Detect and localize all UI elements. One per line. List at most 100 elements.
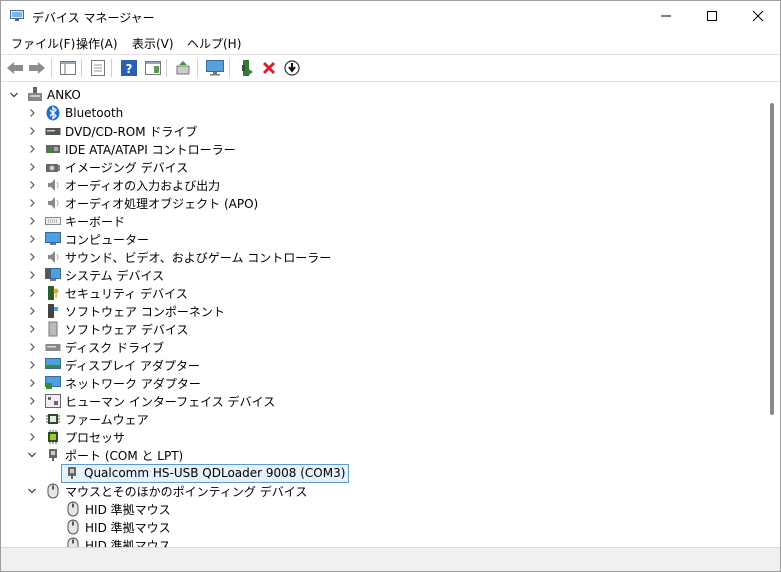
tree-category-node[interactable]: サウンド、ビデオ、およびゲーム コントローラー	[30, 248, 331, 266]
chevron-down-icon[interactable]	[27, 486, 37, 496]
tree-device-node-hid-mouse[interactable]: HID 準拠マウス	[65, 500, 171, 518]
minimize-button[interactable]	[643, 1, 689, 31]
tree-category-node[interactable]: プロセッサ	[30, 428, 126, 446]
tree-device-node-qualcomm[interactable]: Qualcomm HS-USB QDLoader 9008 (COM3)	[61, 463, 350, 483]
chevron-right-icon[interactable]	[27, 162, 37, 172]
tree-category-ports[interactable]: ポート (COM と LPT)	[28, 446, 183, 464]
menu-view[interactable]: 表示(V)	[132, 35, 174, 52]
horizontal-scrollbar[interactable]	[1, 547, 780, 571]
node-label: プロセッサ	[65, 430, 126, 445]
firmware-chip-icon	[45, 411, 61, 427]
chevron-right-icon[interactable]	[27, 414, 37, 424]
chevron-right-icon[interactable]	[27, 270, 37, 280]
toolbar-separator	[81, 59, 82, 77]
tree-category-node[interactable]: ヒューマン インターフェイス デバイス	[30, 392, 276, 410]
back-button[interactable]	[5, 58, 25, 78]
tree-category-node[interactable]: オーディオの入力および出力	[30, 176, 220, 194]
uninstall-device-button[interactable]	[259, 58, 279, 78]
chevron-right-icon[interactable]	[27, 126, 37, 136]
hid-icon	[45, 393, 61, 409]
minimize-icon	[661, 15, 671, 17]
tree-category-node[interactable]: DVD/CD-ROM ドライブ	[30, 122, 197, 140]
node-label: オーディオ処理オブジェクト (APO)	[65, 196, 259, 211]
vertical-scrollbar[interactable]	[766, 85, 780, 547]
node-label: ヒューマン インターフェイス デバイス	[65, 394, 276, 409]
chevron-right-icon[interactable]	[27, 396, 37, 406]
network-adapter-icon	[45, 375, 61, 391]
tree-category-node[interactable]: ソフトウェア コンポーネント	[30, 302, 225, 320]
window-title: デバイス マネージャー	[32, 11, 155, 25]
tree-category-node[interactable]: オーディオ処理オブジェクト (APO)	[30, 194, 259, 212]
node-label: IDE ATA/ATAPI コントローラー	[65, 142, 236, 157]
chevron-down-icon[interactable]	[9, 90, 19, 100]
node-label: ファームウェア	[65, 412, 149, 427]
chevron-right-icon[interactable]	[27, 180, 37, 190]
chevron-right-icon[interactable]	[27, 306, 37, 316]
chevron-right-icon[interactable]	[27, 342, 37, 352]
keyboard-icon	[45, 213, 61, 229]
tree-category-node[interactable]: キーボード	[30, 212, 126, 230]
node-label: ソフトウェア デバイス	[65, 322, 189, 337]
tree-category-node[interactable]: セキュリティ デバイス	[30, 284, 188, 302]
chevron-right-icon[interactable]	[27, 144, 37, 154]
close-button[interactable]	[735, 1, 780, 31]
node-label: キーボード	[65, 214, 126, 229]
update-driver-button[interactable]	[237, 58, 257, 78]
tree-category-node[interactable]: ディスプレイ アダプター	[30, 356, 200, 374]
help-question-icon: ?	[121, 60, 137, 76]
properties-button[interactable]	[88, 58, 108, 78]
scan-hardware-changes-button[interactable]	[173, 58, 193, 78]
chevron-right-icon[interactable]	[27, 360, 37, 370]
forward-button[interactable]	[27, 58, 47, 78]
back-arrow-icon	[7, 62, 23, 74]
maximize-button[interactable]	[689, 1, 735, 31]
tree-device-node-hid-mouse[interactable]: HID 準拠マウス	[65, 536, 171, 547]
svg-text:?: ?	[126, 62, 133, 76]
chevron-right-icon[interactable]	[27, 324, 37, 334]
help-button[interactable]: ?	[119, 58, 139, 78]
monitor-icon	[206, 60, 224, 76]
chevron-right-icon[interactable]	[27, 252, 37, 262]
menu-file[interactable]: ファイル(F)	[11, 35, 75, 52]
down-arrow-circle-icon	[284, 60, 300, 76]
tree-category-node[interactable]: ネットワーク アダプター	[30, 374, 201, 392]
display-monitor-button[interactable]	[205, 58, 225, 78]
tree-category-node[interactable]: システム デバイス	[30, 266, 164, 284]
selected-highlight: Qualcomm HS-USB QDLoader 9008 (COM3)	[61, 463, 350, 483]
chevron-right-icon[interactable]	[27, 198, 37, 208]
chevron-right-icon[interactable]	[27, 432, 37, 442]
tree-category-node[interactable]: イメージング デバイス	[30, 158, 188, 176]
chevron-right-icon[interactable]	[27, 288, 37, 298]
tree-device-node-hid-mouse[interactable]: HID 準拠マウス	[65, 518, 171, 536]
console-tree-icon	[60, 61, 76, 75]
maximize-icon	[707, 11, 717, 21]
tree-category-node[interactable]: ソフトウェア デバイス	[30, 320, 189, 338]
chevron-right-icon[interactable]	[27, 108, 37, 118]
menu-action[interactable]: 操作(A)	[76, 35, 118, 52]
vertical-scrollbar-thumb[interactable]	[770, 103, 774, 415]
chevron-right-icon[interactable]	[27, 378, 37, 388]
tree-category-node[interactable]: ディスク ドライブ	[30, 338, 164, 356]
tree-category-mouse[interactable]: マウスとそのほかのポインティング デバイス	[28, 482, 307, 500]
mouse-icon	[65, 519, 81, 535]
node-label: コンピューター	[65, 232, 150, 247]
disable-device-button[interactable]	[282, 58, 302, 78]
processor-chip-icon	[45, 429, 61, 445]
tree-root-node[interactable]: ANKO	[10, 86, 81, 104]
device-tree: ANKO Bluetooth DVD/CD-ROM ドライブ IDE ATA/ATAP…	[1, 85, 765, 547]
mouse-icon	[45, 483, 61, 499]
tree-category-node[interactable]: コンピューター	[30, 230, 150, 248]
close-icon	[752, 10, 764, 22]
port-icon	[64, 465, 80, 481]
imaging-camera-icon	[45, 159, 61, 175]
tree-category-node[interactable]: ファームウェア	[30, 410, 149, 428]
chevron-down-icon[interactable]	[27, 450, 37, 460]
software-component-icon	[45, 303, 61, 319]
tree-category-node[interactable]: IDE ATA/ATAPI コントローラー	[30, 140, 236, 158]
chevron-right-icon[interactable]	[27, 234, 37, 244]
menu-help[interactable]: ヘルプ(H)	[187, 35, 241, 52]
tree-category-node[interactable]: Bluetooth	[30, 104, 123, 122]
chevron-right-icon[interactable]	[27, 216, 37, 226]
action-pane-button[interactable]	[143, 58, 163, 78]
show-hide-console-tree-button[interactable]	[58, 58, 78, 78]
